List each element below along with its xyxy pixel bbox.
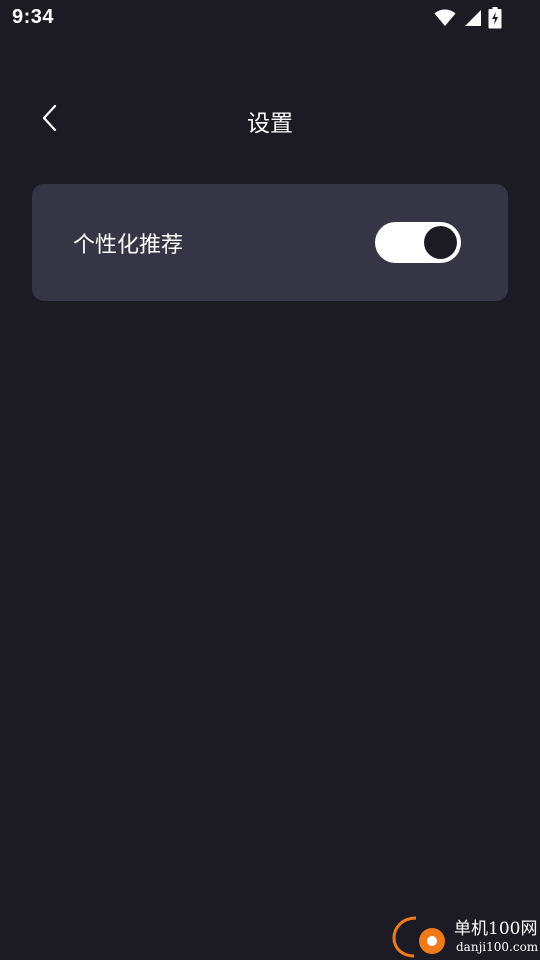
personalized-recommendation-label: 个性化推荐 (73, 233, 184, 258)
toggle-knob (424, 226, 457, 259)
status-icons (434, 6, 502, 30)
watermark-url: danji100.com (456, 940, 538, 954)
personalized-recommendation-toggle[interactable] (375, 222, 461, 263)
wifi-icon (434, 9, 456, 27)
status-time: 9:34 (12, 6, 55, 28)
watermark-logo-icon: 单机100网 danji100.com (392, 916, 538, 958)
page-title: 设置 (247, 111, 293, 137)
settings-card: 个性化推荐 (32, 184, 508, 301)
signal-icon (462, 9, 482, 27)
watermark: 单机100网 danji100.com (388, 914, 538, 958)
battery-charging-icon (488, 7, 502, 29)
header: 设置 (0, 96, 540, 144)
watermark-brand: 单机100网 (454, 919, 537, 939)
status-bar: 9:34 (0, 0, 540, 36)
